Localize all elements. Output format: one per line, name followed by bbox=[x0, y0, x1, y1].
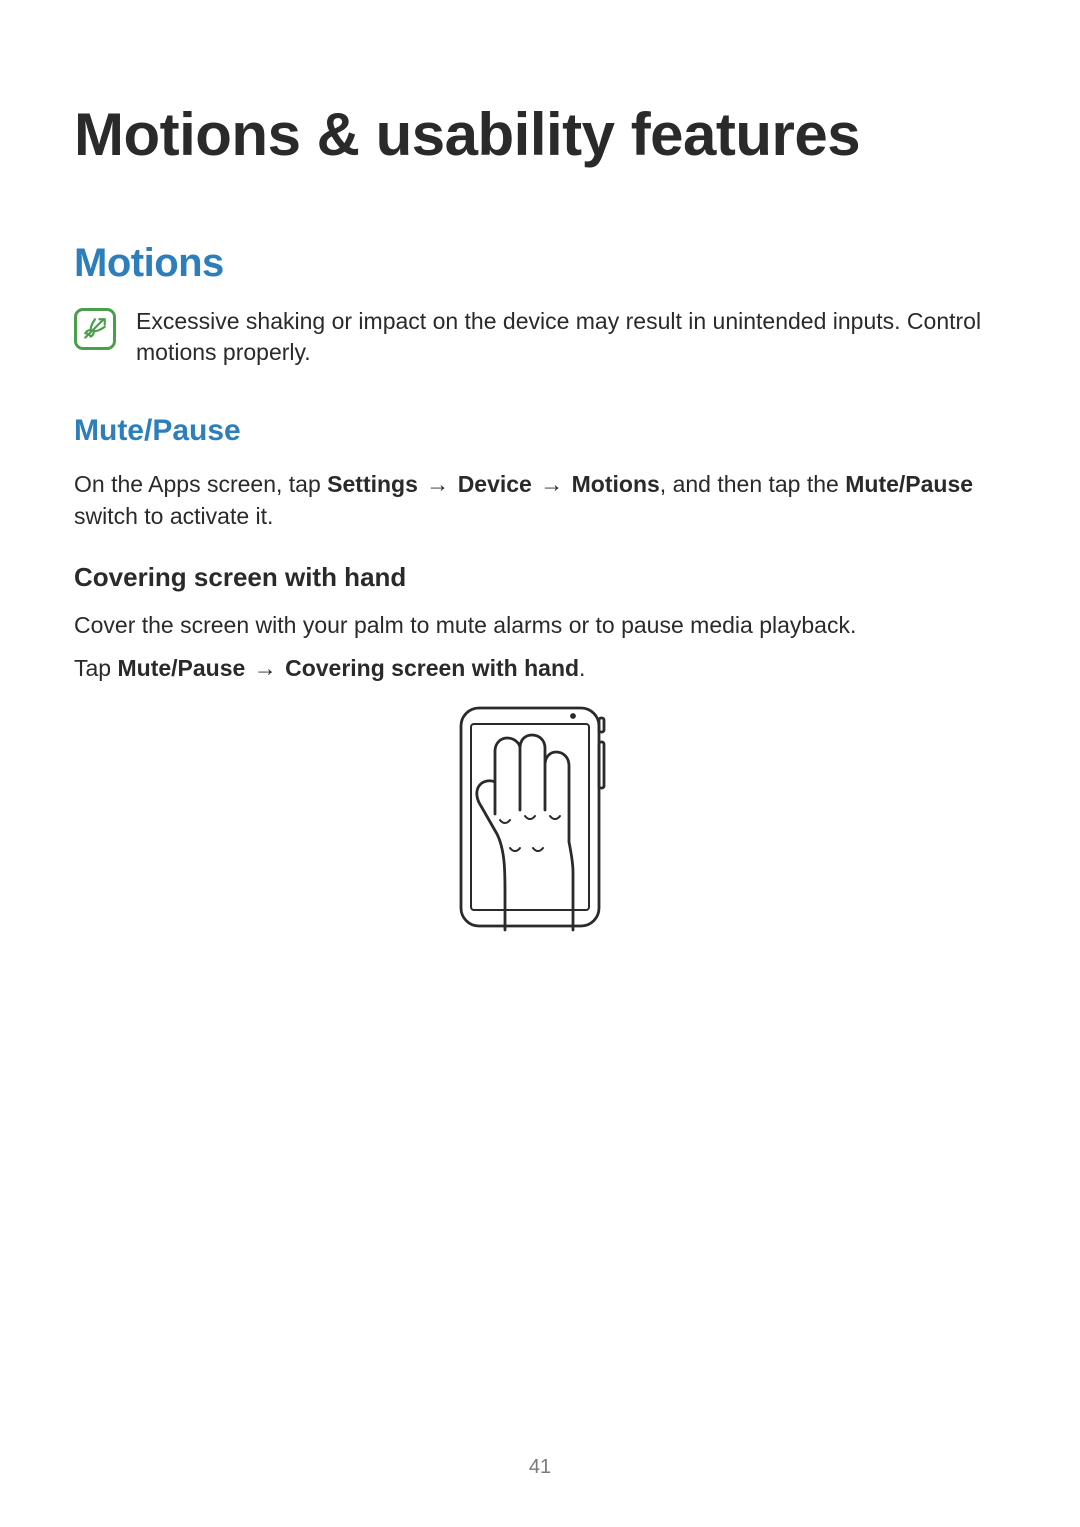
text-fragment: , and then tap the bbox=[660, 471, 845, 497]
arrow-icon: → bbox=[245, 655, 285, 681]
page-number: 41 bbox=[0, 1456, 1080, 1479]
bold-covering: Covering screen with hand bbox=[285, 655, 579, 681]
note-callout: Excessive shaking or impact on the devic… bbox=[74, 306, 1006, 368]
bold-mute-pause-2: Mute/Pause bbox=[117, 655, 245, 681]
note-text: Excessive shaking or impact on the devic… bbox=[136, 306, 1006, 368]
text-fragment: Tap bbox=[74, 655, 117, 681]
text-fragment: switch to activate it. bbox=[74, 503, 273, 529]
document-page: Motions & usability features Motions Exc… bbox=[0, 0, 1080, 1527]
illustration-hand-on-tablet bbox=[74, 702, 1006, 932]
section-heading-motions: Motions bbox=[74, 241, 1006, 286]
bold-settings: Settings bbox=[327, 471, 418, 497]
arrow-icon: → bbox=[532, 471, 572, 497]
text-fragment: On the Apps screen, tap bbox=[74, 471, 327, 497]
text-fragment: . bbox=[579, 655, 585, 681]
note-icon bbox=[74, 308, 116, 350]
arrow-icon: → bbox=[418, 471, 458, 497]
subheading-mute-pause: Mute/Pause bbox=[74, 414, 1006, 448]
subheading-covering: Covering screen with hand bbox=[74, 562, 1006, 593]
covering-paragraph-2: Tap Mute/Pause → Covering screen with ha… bbox=[74, 652, 1006, 684]
page-title: Motions & usability features bbox=[74, 100, 1006, 169]
bold-mute-pause: Mute/Pause bbox=[845, 471, 973, 497]
bold-device: Device bbox=[458, 471, 532, 497]
bold-motions: Motions bbox=[572, 471, 660, 497]
mute-pause-intro: On the Apps screen, tap Settings → Devic… bbox=[74, 468, 1006, 532]
covering-paragraph-1: Cover the screen with your palm to mute … bbox=[74, 609, 1006, 641]
